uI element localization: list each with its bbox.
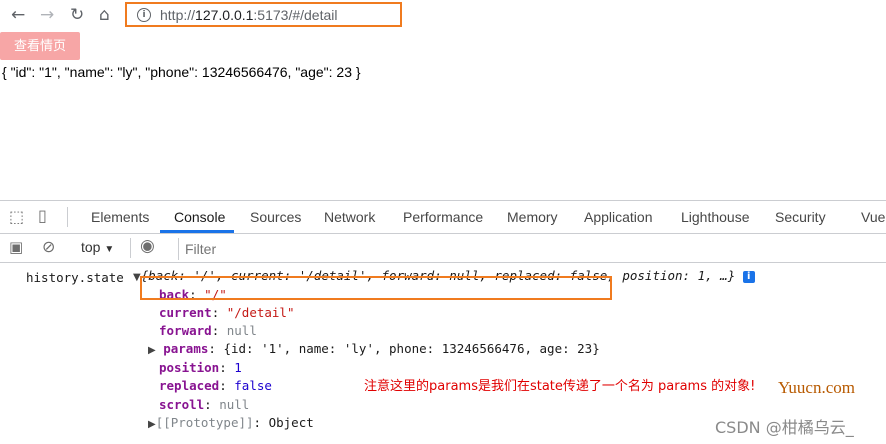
prop-key: scroll [159, 397, 205, 412]
reload-icon[interactable]: ↻ [70, 6, 84, 24]
prop-value: null [226, 323, 257, 338]
eye-icon[interactable]: ◉ [140, 236, 155, 256]
context-label: top [81, 239, 101, 255]
tab-network[interactable]: Network [324, 209, 375, 225]
device-toolbar-icon[interactable]: ▯ [38, 206, 47, 225]
toolbar-divider [67, 207, 68, 227]
prop-key: current [159, 305, 212, 320]
prop-key: replaced [159, 378, 220, 393]
prop-position: position: 1 [159, 360, 242, 375]
prop-key: position [159, 360, 220, 375]
prop-value: null [219, 397, 250, 412]
prop-value: Object [268, 415, 314, 430]
prop-key: params [163, 341, 209, 356]
site-info-icon[interactable]: i [137, 8, 151, 22]
back-arrow-icon[interactable]: ← [11, 6, 25, 24]
context-selector[interactable]: top ▼ [81, 239, 114, 255]
prop-value: {id: '1', name: 'ly', phone: 13246566476… [223, 341, 600, 356]
browser-toolbar: ← → ↻ ⌂ i http://127.0.0.1:5173/#/detail [0, 0, 886, 31]
address-bar[interactable]: i http://127.0.0.1:5173/#/detail [125, 2, 402, 27]
view-detail-button[interactable]: 查看情页 [0, 32, 80, 60]
url-text[interactable]: http://127.0.0.1:5173/#/detail [160, 7, 338, 23]
tab-console[interactable]: Console [174, 209, 225, 225]
tab-memory[interactable]: Memory [507, 209, 558, 225]
yuucn-watermark: Yuucn.com [778, 378, 855, 397]
url-scheme: http:// [160, 7, 196, 23]
tab-application[interactable]: Application [584, 209, 653, 225]
prop-scroll: scroll: null [159, 397, 250, 412]
prop-forward: forward: null [159, 323, 257, 338]
expand-triangle-icon[interactable]: ▶ [148, 419, 156, 430]
devtools-tab-bar: ⬚ ▯ Elements Console Sources Network Per… [0, 201, 886, 234]
toolbar-divider [130, 238, 131, 258]
prop-value: false [234, 378, 272, 393]
prop-key: forward [159, 323, 212, 338]
tab-vue[interactable]: Vue [861, 209, 885, 225]
prop-params[interactable]: ▶ params: {id: '1', name: 'ly', phone: 1… [148, 340, 600, 360]
tab-security[interactable]: Security [775, 209, 826, 225]
prop-value: 1 [234, 360, 242, 375]
active-tab-indicator [160, 230, 234, 233]
forward-arrow-icon[interactable]: → [40, 6, 54, 24]
url-host: 127.0.0.1 [195, 7, 254, 23]
params-highlight-box [140, 276, 612, 300]
sidebar-toggle-icon[interactable]: ▣ [9, 238, 23, 256]
devtools-panel: ⬚ ▯ Elements Console Sources Network Per… [0, 200, 886, 444]
info-icon[interactable]: i [742, 270, 755, 283]
prop-prototype[interactable]: ▶[[Prototype]]: Object [148, 414, 314, 434]
csdn-watermark: CSDN @柑橘乌云_ [715, 418, 854, 437]
expand-triangle-icon[interactable]: ▶ [148, 345, 156, 356]
console-filter-bar: ▣ ⊘ top ▼ ◉ [0, 234, 886, 263]
chevron-down-icon: ▼ [104, 244, 115, 255]
inspect-element-icon[interactable]: ⬚ [9, 207, 24, 226]
clear-console-icon[interactable]: ⊘ [42, 237, 55, 256]
prop-value: "/detail" [226, 305, 295, 320]
prop-replaced: replaced: false [159, 378, 272, 393]
tab-lighthouse[interactable]: Lighthouse [681, 209, 750, 225]
tab-sources[interactable]: Sources [250, 209, 301, 225]
home-icon[interactable]: ⌂ [99, 6, 110, 24]
red-annotation-text: 注意这里的params是我们在state传递了一个名为 params 的对象! [364, 379, 756, 394]
detail-json-text: { "id": "1", "name": "ly", "phone": 1324… [2, 64, 361, 80]
tab-elements[interactable]: Elements [91, 209, 149, 225]
console-log-label: history.state [26, 270, 124, 285]
url-rest: :5173/#/detail [253, 7, 338, 23]
prop-key: [[Prototype]] [155, 415, 254, 430]
prop-current: current: "/detail" [159, 305, 295, 320]
tab-performance[interactable]: Performance [403, 209, 483, 225]
filter-input[interactable] [178, 238, 886, 260]
